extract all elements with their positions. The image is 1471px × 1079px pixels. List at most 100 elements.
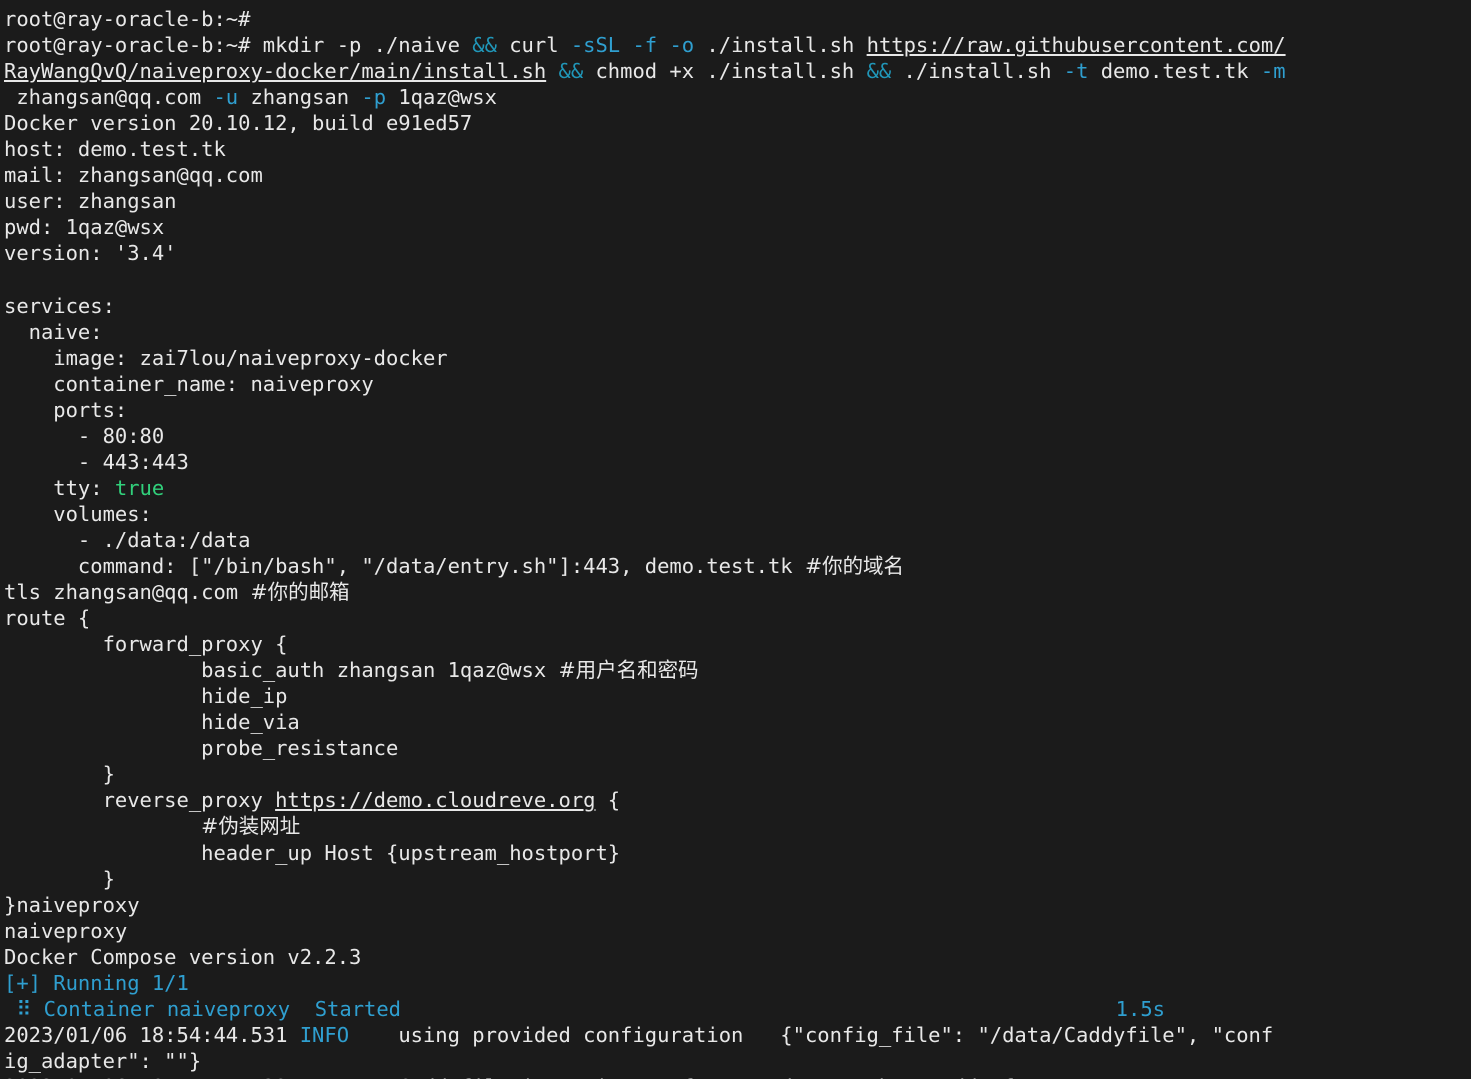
line-image-seg-0: image: zai7lou/naiveproxy-docker [4, 345, 448, 370]
line-docker-version-seg-0: Docker version 20.10.12, build e91ed57 [4, 111, 473, 136]
line-command-2-seg-8: -m [1260, 59, 1286, 84]
line-command-yaml: command: ["/bin/bash", "/data/entry.sh"]… [4, 553, 1471, 579]
line-port-443-seg-0: - 443:443 [4, 449, 189, 474]
line-naiveproxy: naiveproxy [4, 918, 1471, 944]
line-naiveproxy-seg-0: naiveproxy [4, 918, 128, 943]
line-route-close-seg-0: }naiveproxy [4, 892, 140, 917]
line-command-2-seg-1 [546, 59, 558, 83]
line-ports: ports: [4, 397, 1471, 423]
line-blank-1 [4, 266, 1471, 292]
line-log-warn-partial-seg-0: 2023/01/06 18:54:44.532 [4, 1075, 300, 1079]
line-command-3: zhangsan@qq.com -u zhangsan -p 1qaz@wsx [4, 84, 1471, 110]
line-log-info-seg-2: using provided configuration {"config_fi… [349, 1022, 1274, 1047]
line-command-2-seg-6: -t [1063, 59, 1089, 84]
terminal-output[interactable]: root@ray-oracle-b:~# root@ray-oracle-b:~#… [0, 0, 1471, 1079]
line-reverse-proxy-seg-1: https://demo.cloudreve.org [275, 788, 596, 813]
line-log-warn-partial-seg-1: WARN [300, 1075, 349, 1079]
line-command-2-seg-5: ./install.sh [891, 59, 1064, 84]
line-command-2: RayWangQvQ/naiveproxy-docker/main/instal… [4, 58, 1471, 84]
line-forward-proxy: forward_proxy { [4, 631, 1471, 657]
line-basic-auth-seg-0: basic_auth zhangsan 1qaz@wsx [4, 658, 559, 683]
line-command-1-seg-7: -o [669, 33, 695, 58]
line-services-seg-0: services: [4, 293, 115, 318]
line-command-2-seg-3: chmod +x ./install.sh [583, 59, 867, 84]
line-command-1-seg-4 [620, 33, 632, 57]
line-port-80-seg-0: - 80:80 [4, 423, 165, 448]
line-command-1-seg-1: && [472, 33, 497, 58]
line-fake-site-comment: #伪装网址 [4, 813, 1471, 839]
line-command-2-seg-4: && [866, 59, 892, 84]
line-reverse-proxy: reverse_proxy https://demo.cloudreve.org… [4, 787, 1471, 813]
line-container-name: container_name: naiveproxy [4, 371, 1471, 397]
line-command-2-seg-2: && [558, 59, 584, 84]
line-tls-seg-1: #你的邮箱 [250, 580, 350, 605]
line-docker-version: Docker version 20.10.12, build e91ed57 [4, 110, 1471, 136]
line-running-seg-0: [+] Running 1/1 [4, 970, 189, 995]
line-port-80: - 80:80 [4, 423, 1471, 449]
line-command-1: root@ray-oracle-b:~# mkdir -p ./naive &&… [4, 32, 1471, 58]
line-host: host: demo.test.tk [4, 136, 1471, 162]
line-command-1-seg-9: https://raw.githubusercontent.com/ [866, 33, 1286, 58]
line-log-info: 2023/01/06 18:54:44.531 INFO using provi… [4, 1022, 1471, 1048]
line-tls: tls zhangsan@qq.com #你的邮箱 [4, 579, 1471, 605]
line-volumes-seg-0: volumes: [4, 501, 152, 526]
line-tty-seg-1: true [114, 475, 165, 500]
line-mail-seg-0: mail: zhangsan@qq.com [4, 163, 263, 188]
line-container-started-seg-2: 1.5s [1115, 996, 1165, 1021]
line-hide-ip: hide_ip [4, 683, 1471, 709]
line-volume-data: - ./data:/data [4, 527, 1471, 553]
line-hide-via-seg-0: hide_via [4, 710, 300, 735]
line-reverse-proxy-close-seg-0: } [4, 866, 115, 891]
line-container-name-seg-0: container_name: naiveproxy [4, 371, 374, 396]
line-reverse-proxy-seg-0: reverse_proxy [4, 788, 276, 813]
line-pwd: pwd: 1qaz@wsx [4, 214, 1471, 240]
line-compose-ver-seg-0: Docker Compose version v2.2.3 [4, 944, 362, 969]
line-compose-version: version: '3.4' [4, 240, 1471, 266]
line-image: image: zai7lou/naiveproxy-docker [4, 345, 1471, 371]
line-host-seg-0: host: demo.test.tk [4, 137, 226, 162]
line-services: services: [4, 293, 1471, 319]
line-command-3-seg-3: -p [361, 85, 387, 110]
line-command-1-seg-2: curl [496, 33, 571, 58]
line-volume-data-seg-0: - ./data:/data [4, 527, 251, 552]
line-ports-seg-0: ports: [4, 397, 128, 422]
line-reverse-proxy-seg-2: { [595, 788, 621, 813]
line-tty-seg-0: tty: [4, 475, 115, 500]
line-forward-proxy-close: } [4, 761, 1471, 787]
line-basic-auth-seg-1: #用户名和密码 [558, 658, 699, 683]
line-pwd-seg-0: pwd: 1qaz@wsx [4, 215, 165, 240]
line-command-yaml-seg-1: #你的域名 [804, 553, 905, 578]
line-header-up-seg-0: header_up Host {upstream_hostport} [4, 840, 621, 865]
line-log-warn-partial-seg-2: Caddyfile input is not formatted; run th… [349, 1075, 1113, 1079]
line-command-2-seg-0: RayWangQvQ/naiveproxy-docker/main/instal… [4, 59, 547, 84]
line-command-1-seg-0: root@ray-oracle-b:~# mkdir -p ./naive [4, 33, 473, 58]
line-user: user: zhangsan [4, 188, 1471, 214]
line-command-3-seg-0: zhangsan@qq.com [4, 85, 214, 110]
line-command-1-seg-5: -f [632, 33, 658, 58]
line-route-close: }naiveproxy [4, 892, 1471, 918]
line-log-info-seg-1: INFO [299, 1022, 350, 1047]
line-command-3-seg-4: 1qaz@wsx [386, 85, 497, 110]
line-compose-ver: Docker Compose version v2.2.3 [4, 944, 1471, 970]
line-container-started-seg-1 [401, 997, 1116, 1021]
line-container-started: ⠿ Container naiveproxy Started 1.5s [4, 996, 1471, 1022]
line-basic-auth: basic_auth zhangsan 1qaz@wsx #用户名和密码 [4, 657, 1471, 683]
line-command-1-seg-6 [657, 33, 669, 57]
line-forward-proxy-close-seg-0: } [4, 762, 115, 787]
line-command-3-seg-2: zhangsan [238, 85, 362, 110]
line-route-open: route { [4, 605, 1471, 631]
line-log-warn-partial: 2023/01/06 18:54:44.532 WARN Caddyfile i… [4, 1074, 1471, 1079]
line-log-info-wrap: ig_adapter": ""} [4, 1048, 1471, 1074]
line-fake-site-comment-seg-0 [4, 814, 201, 838]
line-running: [+] Running 1/1 [4, 970, 1471, 996]
line-command-2-seg-7: demo.test.tk [1088, 59, 1261, 84]
line-hide-via: hide_via [4, 709, 1471, 735]
line-reverse-proxy-close: } [4, 866, 1471, 892]
line-fake-site-comment-seg-1: #伪装网址 [201, 814, 301, 839]
line-service-naive-seg-0: naive: [4, 319, 103, 344]
line-mail: mail: zhangsan@qq.com [4, 162, 1471, 188]
line-hide-ip-seg-0: hide_ip [4, 684, 288, 709]
line-route-open-seg-0: route { [4, 606, 91, 631]
line-forward-proxy-seg-0: forward_proxy { [4, 632, 288, 657]
line-user-seg-0: user: zhangsan [4, 189, 177, 214]
